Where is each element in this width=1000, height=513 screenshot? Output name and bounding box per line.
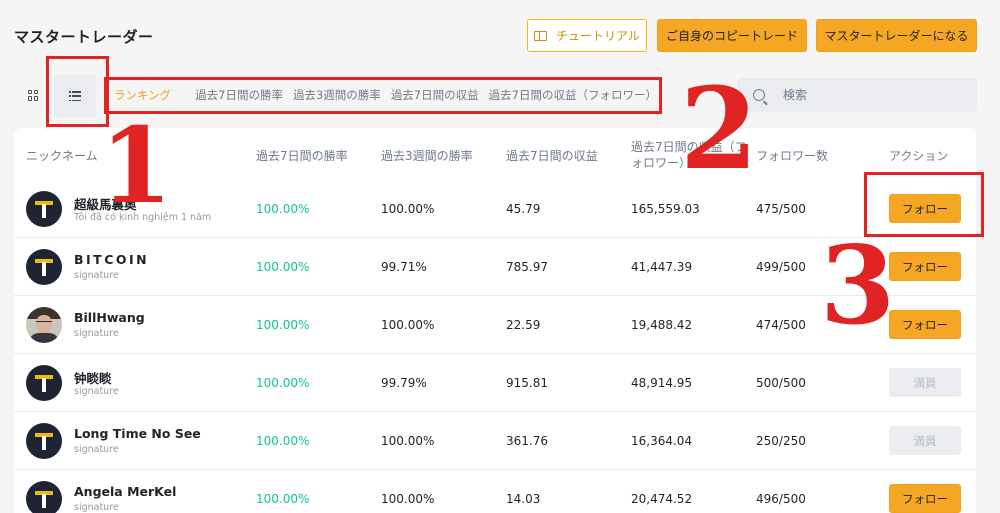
win-rate-7d: 100.00% — [256, 202, 310, 216]
avatar[interactable] — [26, 191, 62, 227]
win-rate-3w: 100.00% — [381, 492, 435, 506]
grid-icon — [27, 89, 39, 101]
follow-button[interactable]: フォロー — [889, 252, 961, 281]
grid-view-toggle[interactable] — [20, 82, 46, 108]
follower-count: 500/500 — [756, 376, 806, 390]
annotation-number-2: 2 — [680, 64, 758, 195]
win-rate-7d: 100.00% — [256, 376, 310, 390]
win-rate-3w: 100.00% — [381, 202, 435, 216]
win-rate-3w: 100.00% — [381, 318, 435, 332]
profit-7d-followers: 165,559.03 — [631, 202, 700, 216]
column-header-win-rate-3w: 過去3週間の勝率 — [381, 149, 473, 163]
profit-7d: 14.03 — [506, 492, 541, 506]
page-title: マスタートレーダー — [14, 28, 154, 46]
win-rate-3w: 99.71% — [381, 260, 427, 274]
column-header-action: アクション — [889, 149, 949, 163]
follower-count: 499/500 — [756, 260, 806, 274]
tutorial-button[interactable]: チュートリアル — [527, 19, 647, 52]
trader-name[interactable]: Angela MerKel — [74, 484, 176, 499]
trader-signature: signature — [74, 386, 119, 397]
column-header-followers: フォロワー数 — [756, 149, 829, 163]
win-rate-3w: 100.00% — [381, 434, 435, 448]
trader-name[interactable]: BillHwang — [74, 310, 145, 325]
column-header-nickname: ニックネーム — [26, 149, 98, 163]
avatar[interactable] — [26, 481, 62, 513]
column-header-win-rate-7d: 過去7日間の勝率 — [256, 149, 348, 163]
trader-name[interactable]: BITCOIN — [74, 252, 149, 267]
profit-7d-followers: 48,914.95 — [631, 376, 693, 390]
avatar[interactable] — [26, 307, 62, 343]
trader-name[interactable]: 钟睒睒 — [74, 368, 112, 387]
avatar[interactable] — [26, 249, 62, 285]
follow-button[interactable]: フォロー — [889, 310, 961, 339]
annotation-number-3: 3 — [820, 223, 896, 349]
trader-name[interactable]: Long Time No See — [74, 426, 201, 441]
win-rate-7d: 100.00% — [256, 318, 310, 332]
profit-7d: 785.97 — [506, 260, 548, 274]
win-rate-7d: 100.00% — [256, 434, 310, 448]
tutorial-label: チュートリアル — [556, 29, 640, 43]
annotation-box-2 — [104, 77, 662, 114]
table-row: Angela MerKel signature 100.00% 100.00% … — [14, 470, 976, 513]
profit-7d: 915.81 — [506, 376, 548, 390]
profit-7d-followers: 41,447.39 — [631, 260, 693, 274]
trader-signature: signature — [74, 502, 119, 513]
profit-7d-followers: 19,488.42 — [631, 318, 693, 332]
profit-7d: 45.79 — [506, 202, 541, 216]
win-rate-7d: 100.00% — [256, 492, 310, 506]
become-master-trader-button[interactable]: マスタートレーダーになる — [816, 19, 977, 52]
search-box[interactable] — [737, 78, 977, 112]
my-copy-trade-button[interactable]: ご自身のコピートレード — [657, 19, 807, 52]
profit-7d: 361.76 — [506, 434, 548, 448]
annotation-number-1: 1 — [100, 104, 173, 227]
column-header-profit-7d: 過去7日間の収益 — [506, 149, 598, 163]
table-row: 钟睒睒 signature 100.00% 99.79% 915.81 48,9… — [14, 354, 976, 412]
follower-count: 250/250 — [756, 434, 806, 448]
follower-count: 496/500 — [756, 492, 806, 506]
follow-button[interactable]: フォロー — [889, 484, 961, 513]
full-button: 満員 — [889, 368, 961, 397]
table-row: Long Time No See signature 100.00% 100.0… — [14, 412, 976, 470]
profit-7d-followers: 16,364.04 — [631, 434, 693, 448]
avatar[interactable] — [26, 365, 62, 401]
win-rate-7d: 100.00% — [256, 260, 310, 274]
search-input[interactable] — [783, 88, 963, 102]
avatar[interactable] — [26, 423, 62, 459]
win-rate-3w: 99.79% — [381, 376, 427, 390]
profit-7d-followers: 20,474.52 — [631, 492, 693, 506]
trader-signature: signature — [74, 444, 119, 455]
profit-7d: 22.59 — [506, 318, 541, 332]
trader-signature: signature — [74, 328, 119, 339]
trader-signature: signature — [74, 270, 119, 281]
full-button: 満員 — [889, 426, 961, 455]
book-icon — [534, 30, 548, 41]
follower-count: 475/500 — [756, 202, 806, 216]
follower-count: 474/500 — [756, 318, 806, 332]
